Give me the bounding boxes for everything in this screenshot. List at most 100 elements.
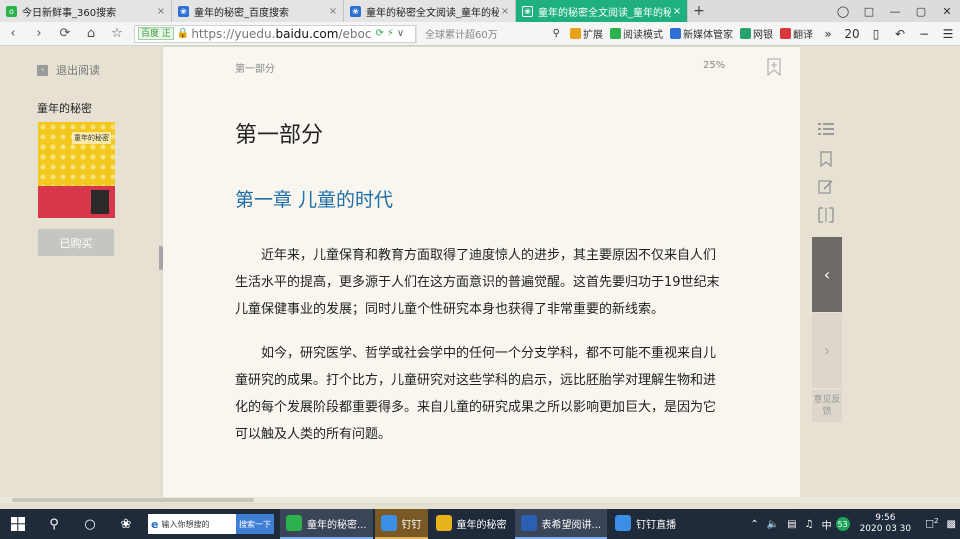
tab-title: 童年的秘密全文阅读_童年的秘密: [538, 7, 671, 19]
horizontal-scrollbar[interactable]: [0, 497, 960, 503]
ime-indicator[interactable]: 中: [818, 517, 836, 532]
url-text[interactable]: https://yuedu.baidu.com/eboc: [191, 27, 371, 41]
toolbar-item[interactable]: 翻译: [780, 26, 813, 41]
taskbar-search[interactable]: e 输入你想搜的 搜索一下: [148, 513, 274, 535]
search-box[interactable]: 全球累计超60万 ⚲: [416, 24, 566, 43]
exit-reading-button[interactable]: ‹ 退出阅读: [37, 62, 100, 78]
undo-icon[interactable]: ↶: [888, 22, 912, 46]
browser-tab[interactable]: o 今日新鲜事_360搜索 ×: [0, 0, 172, 22]
notification-icon[interactable]: ☐2: [921, 517, 942, 530]
action-center-icon[interactable]: ▩: [943, 519, 960, 530]
task-view-icon[interactable]: ❀: [108, 509, 144, 539]
reading-progress: 25%: [703, 60, 726, 71]
window-controls: ◯ □ — ▢ ✕: [830, 0, 960, 22]
forward-icon[interactable]: ›: [26, 22, 52, 46]
zoom-count[interactable]: 20: [840, 22, 864, 46]
feedback-button[interactable]: 意见反馈: [812, 390, 842, 422]
taskbar-app[interactable]: 童年的秘密...: [280, 509, 373, 539]
app-icon: [380, 515, 397, 531]
security-badge[interactable]: 百度 正: [138, 27, 174, 40]
star-icon[interactable]: ☆: [104, 22, 130, 46]
scrollbar-thumb[interactable]: [12, 498, 254, 502]
cover-title: 童年的秘密: [72, 132, 111, 144]
book-cover[interactable]: 童年的秘密: [38, 122, 115, 218]
lightning-icon[interactable]: ⚡: [387, 28, 394, 39]
clock[interactable]: 9:56 2020 03 30: [850, 513, 922, 535]
search-icon[interactable]: ⚲: [553, 28, 560, 39]
volume-icon[interactable]: 🔈: [763, 519, 783, 530]
chapter-title: 第一章 儿童的时代: [235, 189, 394, 211]
taskbar-search-input[interactable]: 输入你想搜的: [161, 519, 209, 530]
home-icon[interactable]: ⌂: [78, 22, 104, 46]
taskbar-app[interactable]: 钉钉直播: [609, 509, 682, 539]
taskbar-app-label: 钉钉直播: [636, 519, 677, 531]
toolbar-item[interactable]: 扩展: [570, 26, 603, 41]
bookmark-icon[interactable]: [818, 151, 834, 167]
toolbar-item[interactable]: 阅读模式: [610, 26, 663, 41]
right-toolbar: ‹ › 意见反馈: [800, 47, 960, 503]
add-bookmark-icon[interactable]: [766, 58, 782, 77]
dropdown-icon[interactable]: ∨: [397, 28, 404, 39]
address-bar[interactable]: 百度 正 🔒 https://yuedu.baidu.com/eboc ⟳ ⚡ …: [134, 24, 416, 43]
chevron-up-icon[interactable]: ⌃: [746, 519, 762, 530]
close-tab-icon[interactable]: ×: [671, 6, 683, 17]
new-tab-button[interactable]: +: [688, 0, 710, 22]
tab-title: 童年的秘密_百度搜索: [194, 7, 289, 19]
toolbar-item-icon: [670, 28, 681, 39]
tab-title: 今日新鲜事_360搜索: [22, 7, 117, 19]
left-panel: ‹ 退出阅读 童年的秘密 童年的秘密 已购买: [0, 47, 162, 503]
app-icon: [435, 515, 452, 531]
taskbar-search-button[interactable]: 搜索一下: [236, 514, 274, 534]
taskbar-app-label: 童年的秘密: [456, 519, 507, 531]
prev-page-button[interactable]: ‹: [812, 237, 842, 312]
next-page-button[interactable]: ›: [812, 313, 842, 388]
back-icon[interactable]: ‹: [0, 22, 26, 46]
bought-button[interactable]: 已购买: [38, 229, 114, 256]
reader-page: 第一部分 25% 第一部分 第一章 儿童的时代 近年来，儿童保育和教育方面取得了…: [163, 47, 800, 503]
maximize-icon[interactable]: ▢: [908, 0, 934, 22]
taskbar-app[interactable]: 表希望阅讲...: [514, 509, 608, 539]
address-toolbar: ‹ › ⟳ ⌂ ☆ 百度 正 🔒 https://yuedu.baidu.com…: [0, 22, 960, 46]
close-tab-icon[interactable]: ×: [499, 6, 511, 17]
close-icon[interactable]: ✕: [934, 0, 960, 22]
lock-icon: 🔒: [176, 28, 190, 39]
tray-badge[interactable]: 53: [835, 517, 850, 531]
browser-tab[interactable]: ❀ 童年的秘密_百度搜索 ×: [172, 0, 344, 22]
network-icon[interactable]: ▤: [783, 519, 800, 530]
phone-icon[interactable]: ▯: [864, 22, 888, 46]
tab-title: 童年的秘密全文阅读_童年的秘密: [366, 7, 499, 19]
tab-bar: o 今日新鲜事_360搜索 × ❀ 童年的秘密_百度搜索 × ❀ 童年的秘密全文阅读_童年的秘…: [0, 0, 960, 22]
sync-icon[interactable]: ⟳: [375, 28, 383, 39]
taskbar-app[interactable]: 钉钉: [374, 509, 428, 539]
speaker-icon[interactable]: ♫: [801, 519, 818, 530]
close-tab-icon[interactable]: ×: [327, 6, 339, 17]
windows-start-icon[interactable]: [0, 509, 36, 539]
toolbar-item[interactable]: 新媒体管家: [670, 26, 733, 41]
toolbar-item-icon: [780, 28, 791, 39]
extension-toolbar: 扩展 阅读模式 新媒体管家 网银 翻译: [570, 26, 813, 41]
cortana-icon[interactable]: ○: [72, 509, 108, 539]
fullscreen-icon[interactable]: [818, 207, 834, 223]
note-icon[interactable]: [818, 179, 834, 195]
taskbar-app[interactable]: 童年的秘密: [430, 509, 513, 539]
toolbar-item-icon: [570, 28, 581, 39]
360-icon: o: [6, 5, 17, 17]
toolbar-item[interactable]: 网银: [740, 26, 773, 41]
minimize-icon[interactable]: —: [882, 0, 908, 22]
back-arrow-icon: ‹: [37, 64, 48, 76]
shirt-icon[interactable]: ◯: [830, 0, 856, 22]
close-tab-icon[interactable]: ×: [155, 6, 167, 17]
toc-icon[interactable]: [818, 121, 834, 137]
more-icon[interactable]: »: [816, 22, 840, 46]
menu-icon[interactable]: ☰: [936, 22, 960, 46]
browser-tab[interactable]: ❀ 童年的秘密全文阅读_童年的秘密 ×: [516, 0, 688, 22]
browser-tab[interactable]: ❀ 童年的秘密全文阅读_童年的秘密 ×: [344, 0, 516, 22]
baidu-paw-icon: ❀: [522, 5, 533, 17]
minus-icon[interactable]: −: [912, 22, 936, 46]
taskbar-app-label: 表希望阅讲...: [541, 519, 602, 531]
author-portrait: [91, 190, 109, 214]
toolbar-item-label: 网银: [753, 30, 773, 41]
refresh-icon[interactable]: ⟳: [52, 22, 78, 46]
restore-icon[interactable]: □: [856, 0, 882, 22]
search-icon[interactable]: ⚲: [36, 509, 72, 539]
